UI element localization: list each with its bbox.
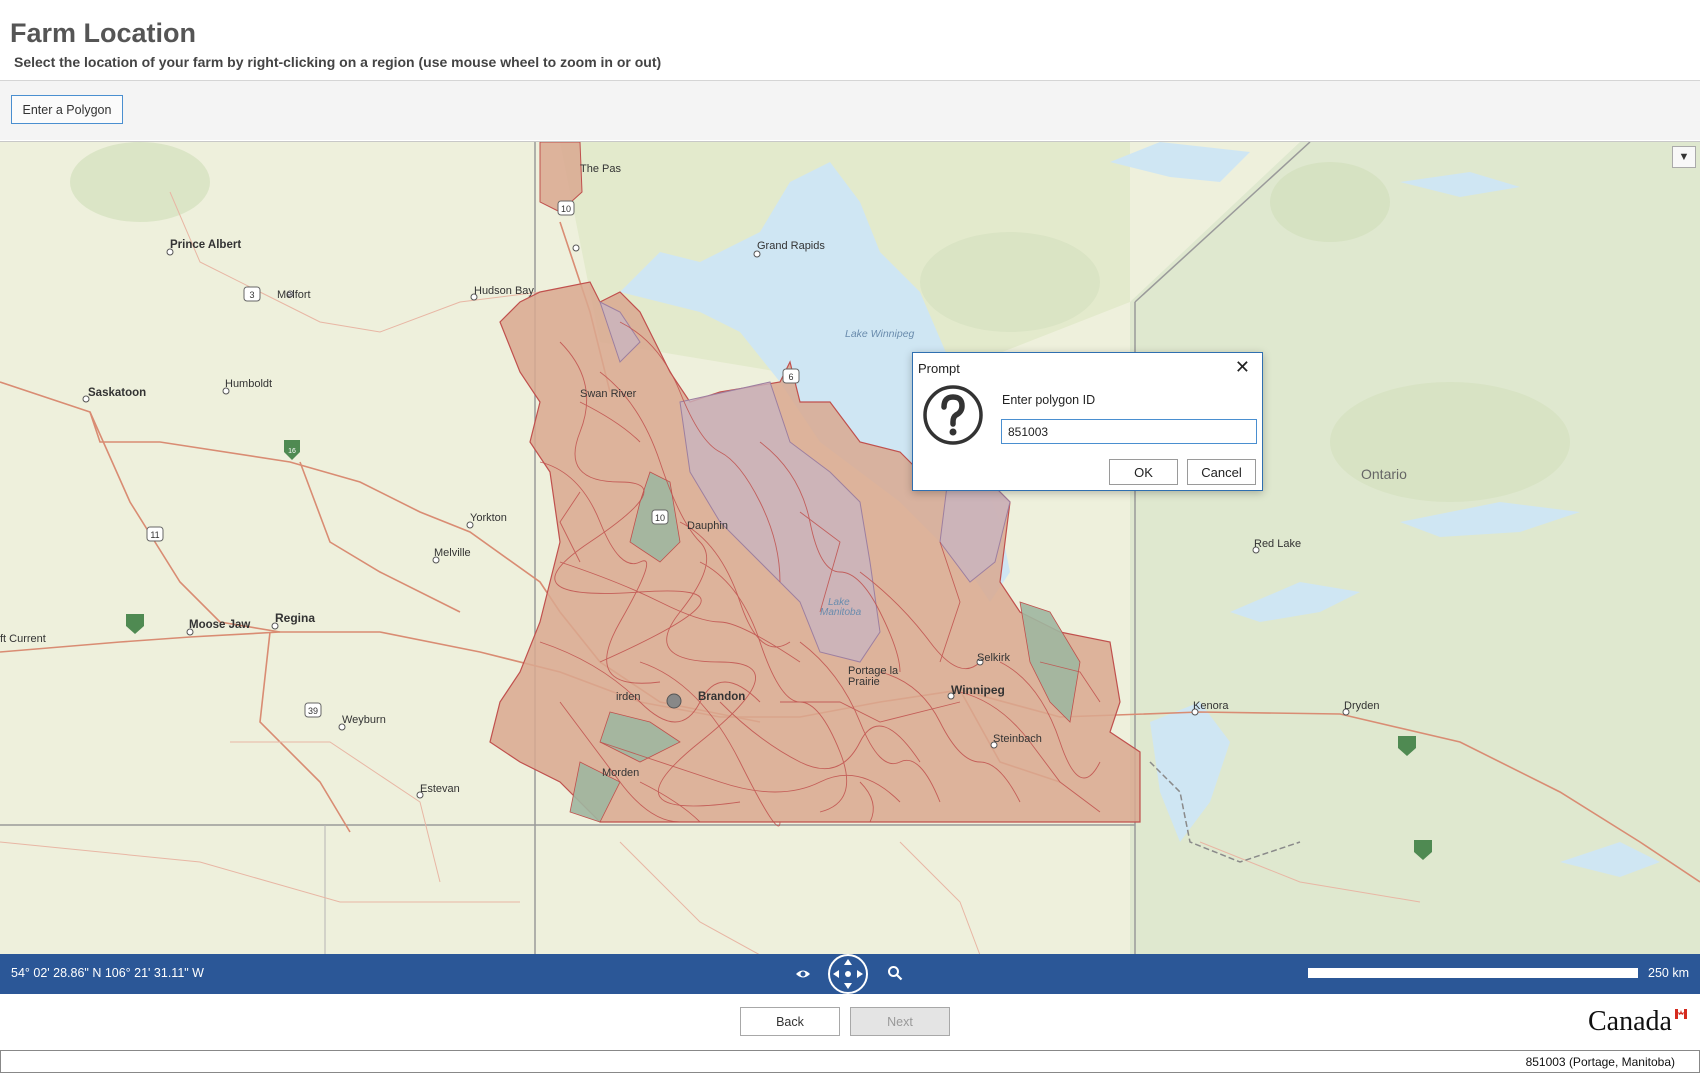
status-bar: 851003 (Portage, Manitoba) — [0, 1050, 1700, 1073]
map-label: Prince Albert — [170, 239, 241, 251]
map-label: Swan River — [580, 388, 637, 400]
map-label: irden — [616, 691, 640, 703]
map-label: Yorkton — [470, 512, 507, 524]
map-label: Lake Winnipeg — [845, 328, 915, 340]
highway-shield: 16 — [288, 448, 296, 455]
map-label: Estevan — [420, 783, 460, 795]
map-label: Weyburn — [342, 714, 386, 726]
flag-icon — [1675, 1009, 1687, 1019]
scale-bar — [1308, 968, 1638, 978]
cursor-coordinates: 54° 02' 28.86" N 106° 21' 31.11" W — [11, 966, 204, 980]
polygon-id-input[interactable] — [1001, 419, 1257, 444]
dialog-title: Prompt — [918, 361, 960, 376]
question-icon — [923, 385, 983, 445]
search-icon[interactable] — [887, 965, 903, 981]
enter-polygon-button[interactable]: Enter a Polygon — [11, 95, 123, 124]
map-label: Humboldt — [225, 378, 272, 390]
prompt-dialog: Prompt ✕ Enter polygon ID OK Cancel — [912, 352, 1263, 491]
map-label: The Pas — [580, 163, 621, 175]
layer-dropdown-button[interactable]: ▼ — [1672, 146, 1696, 168]
selected-polygon-status: 851003 (Portage, Manitoba) — [1525, 1055, 1675, 1069]
map-label: Regina — [275, 611, 315, 625]
map-label: Morden — [602, 767, 639, 779]
close-icon[interactable]: ✕ — [1235, 357, 1250, 378]
map-label: Ontario — [1361, 466, 1407, 482]
page-header: Farm Location Select the location of you… — [0, 0, 1700, 81]
map-label: ft Current — [0, 633, 46, 645]
highway-shield: 6 — [788, 372, 793, 382]
map-label: Melville — [434, 547, 471, 559]
map-label: Kenora — [1193, 700, 1229, 712]
map-label: Winnipeg — [951, 683, 1005, 697]
map-label: Selkirk — [977, 652, 1011, 664]
scale-label: 250 km — [1648, 966, 1689, 980]
pan-icon[interactable] — [826, 954, 870, 994]
map-status-bar: 54° 02' 28.86" N 106° 21' 31.11" W 250 k… — [0, 954, 1700, 994]
map-canvas[interactable]: 10 3 6 11 10 39 16 The Pas Grand Rapids … — [0, 142, 1700, 955]
map-view[interactable]: 10 3 6 11 10 39 16 The Pas Grand Rapids … — [0, 141, 1700, 955]
map-label: Moose Jaw — [189, 619, 250, 631]
map-label: Dryden — [1344, 700, 1379, 712]
polygon-id-label: Enter polygon ID — [1002, 393, 1096, 407]
eye-icon[interactable] — [795, 966, 811, 982]
map-label: Grand Rapids — [757, 240, 825, 252]
map-label: Melfort — [277, 289, 311, 301]
highway-shield: 3 — [249, 290, 254, 300]
cancel-button[interactable]: Cancel — [1187, 459, 1256, 485]
highway-shield: 10 — [561, 204, 571, 214]
highway-shield: 10 — [655, 513, 665, 523]
toolbar: Enter a Polygon — [0, 81, 1700, 140]
map-label: Prairie — [848, 676, 880, 688]
map-label: Brandon — [698, 691, 745, 703]
canada-wordmark: Canada — [1588, 1006, 1672, 1037]
page-instructions: Select the location of your farm by righ… — [14, 54, 662, 70]
next-button[interactable]: Next — [850, 1007, 950, 1036]
highway-shield: 39 — [308, 706, 318, 716]
map-label: Hudson Bay — [474, 285, 534, 297]
highway-shield: 11 — [150, 530, 159, 540]
map-label: Saskatoon — [88, 387, 146, 399]
map-label: Steinbach — [993, 733, 1042, 745]
map-label: Manitoba — [820, 607, 862, 618]
back-button[interactable]: Back — [740, 1007, 840, 1036]
map-label: Dauphin — [687, 520, 728, 532]
map-label: Red Lake — [1254, 538, 1301, 550]
ok-button[interactable]: OK — [1109, 459, 1178, 485]
page-title: Farm Location — [10, 18, 197, 48]
